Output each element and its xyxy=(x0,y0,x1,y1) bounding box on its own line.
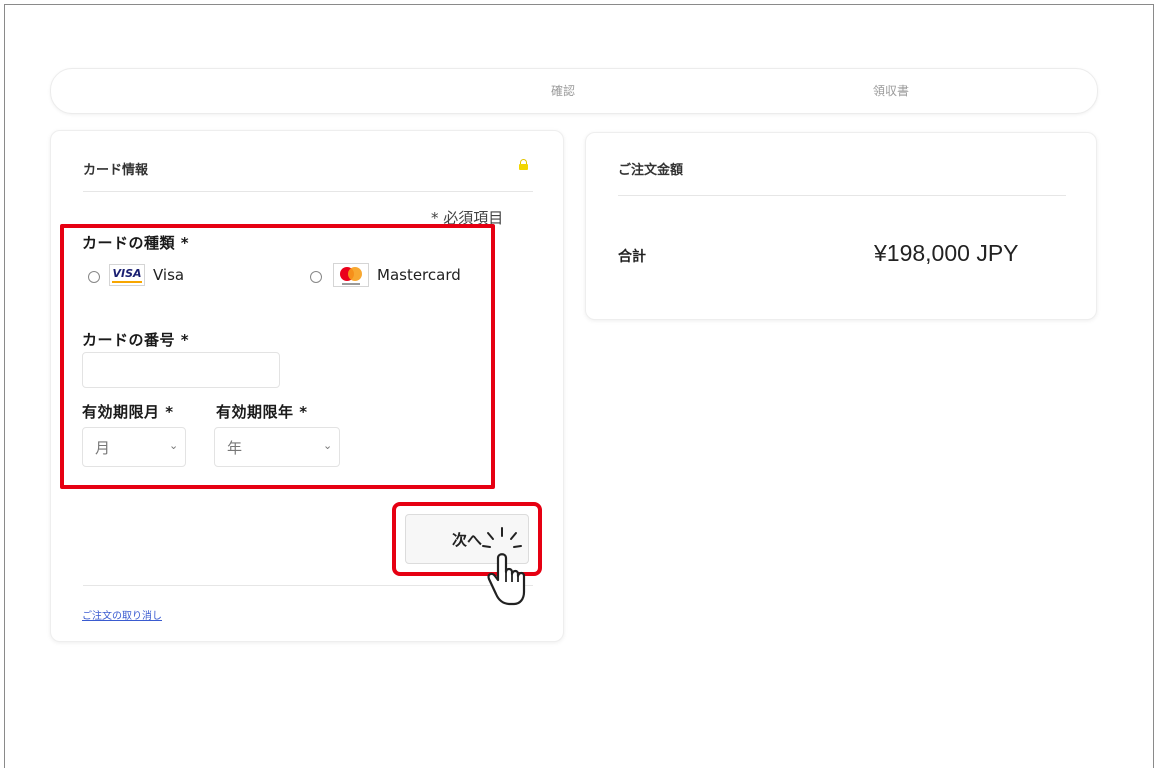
chevron-down-icon: ⌄ xyxy=(323,439,333,452)
mastercard-radio[interactable] xyxy=(310,271,322,283)
mastercard-logo xyxy=(333,263,369,287)
pointer-hand-icon xyxy=(482,527,526,606)
exp-year-value: 年 xyxy=(227,439,243,457)
total-value: ¥198,000 JPY xyxy=(874,240,1019,266)
divider xyxy=(83,191,533,192)
checkout-stepper: 確認 領収書 xyxy=(50,68,1098,114)
mastercard-label[interactable]: Mastercard xyxy=(377,266,461,284)
visa-radio[interactable] xyxy=(88,271,100,283)
exp-month-value: 月 xyxy=(95,439,111,457)
card-type-label: カードの種類 * xyxy=(82,234,190,252)
divider xyxy=(83,585,533,586)
card-info-title: カード情報 xyxy=(83,163,149,178)
exp-month-label: 有効期限月 * xyxy=(82,403,174,421)
divider xyxy=(618,195,1066,196)
visa-label[interactable]: Visa xyxy=(153,266,184,284)
card-number-label: カードの番号 * xyxy=(82,331,190,349)
exp-month-select[interactable]: 月 ⌄ xyxy=(82,427,186,467)
step-confirm: 確認 xyxy=(551,84,576,98)
visa-logo: VISA xyxy=(109,264,145,286)
cancel-order-link[interactable]: ご注文の取り消し xyxy=(82,607,162,622)
card-number-input[interactable] xyxy=(82,352,280,388)
lock-icon xyxy=(519,159,528,170)
exp-year-label: 有効期限年 * xyxy=(216,403,308,421)
step-receipt: 領収書 xyxy=(873,84,910,98)
total-label: 合計 xyxy=(618,249,646,265)
order-summary-title: ご注文金額 xyxy=(618,163,684,178)
chevron-down-icon: ⌄ xyxy=(169,439,179,452)
exp-year-select[interactable]: 年 ⌄ xyxy=(214,427,340,467)
order-summary-panel: ご注文金額 xyxy=(585,132,1097,320)
